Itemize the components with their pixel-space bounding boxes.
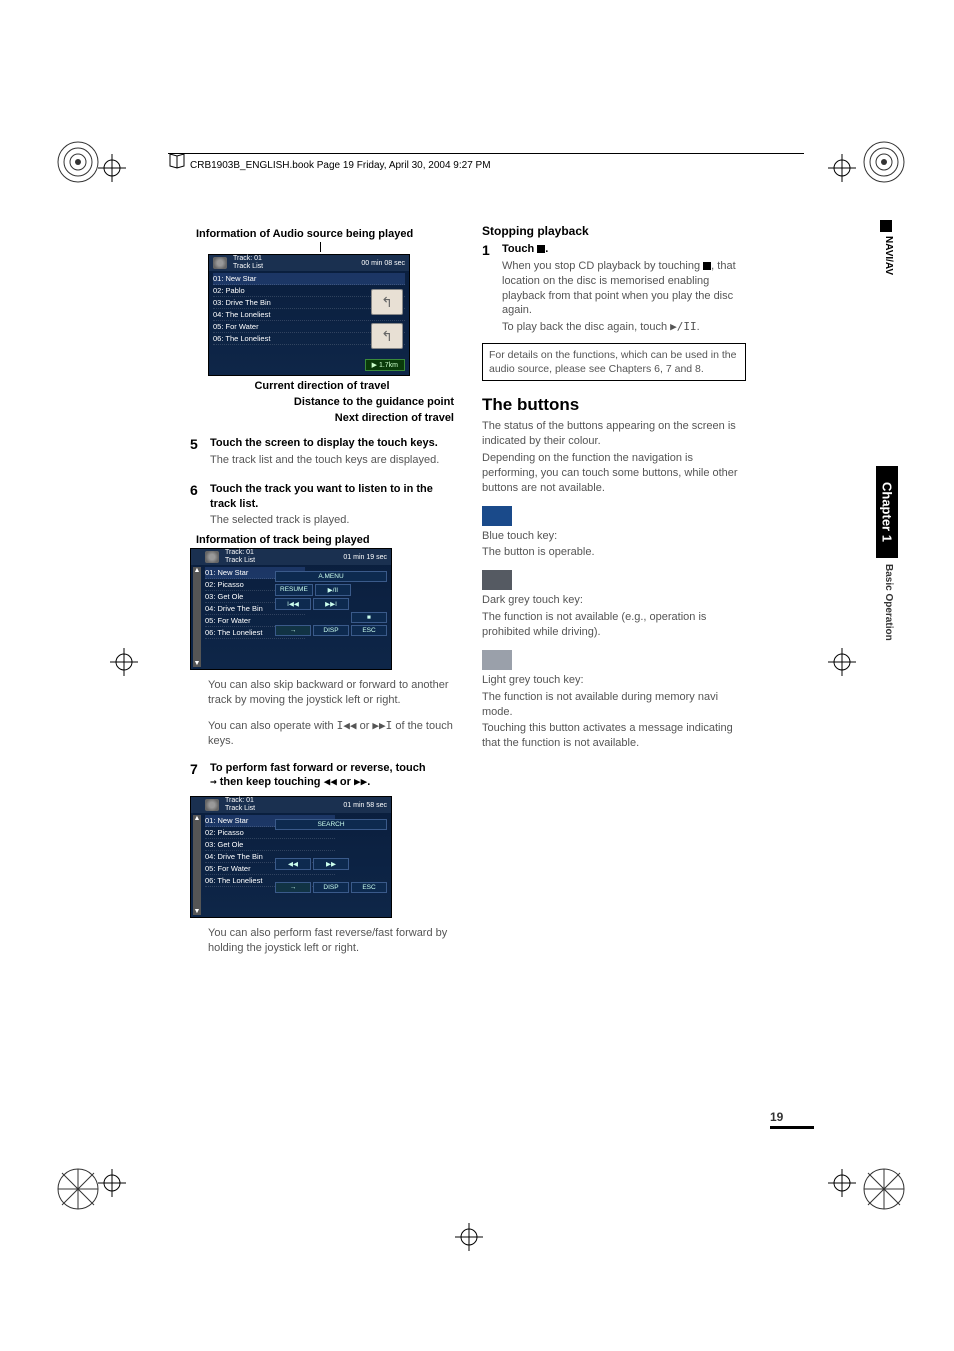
arrow-button[interactable]: → bbox=[275, 882, 311, 893]
next-track-button[interactable]: ▶▶I bbox=[313, 598, 349, 610]
swatch-desc: The function is not available during mem… bbox=[482, 690, 746, 720]
side-tab-chapter: Chapter 1 bbox=[876, 466, 898, 558]
corner-radial-icon bbox=[862, 140, 906, 184]
track-header: Track: 01 bbox=[233, 255, 262, 262]
disp-button[interactable]: DISP bbox=[313, 882, 349, 893]
step-number: 5 bbox=[190, 436, 202, 470]
body-text: The status of the buttons appearing on t… bbox=[482, 419, 746, 449]
track-list-label: Track List bbox=[233, 263, 263, 270]
stop-button[interactable]: ■ bbox=[351, 612, 387, 623]
swatch-desc: The function is not available (e.g., ope… bbox=[482, 610, 746, 640]
menu-button[interactable]: A.MENU bbox=[275, 571, 387, 582]
fast-forward-icon: ▶▶ bbox=[354, 775, 367, 788]
swatch-label: Light grey touch key: bbox=[482, 673, 746, 688]
track-time: 00 min 08 sec bbox=[361, 260, 405, 267]
screenshot-audio-nav: Track: 01Track List 00 min 08 sec 01: Ne… bbox=[208, 254, 410, 376]
caption-track-info: Information of track being played bbox=[196, 534, 454, 546]
step-number: 6 bbox=[190, 482, 202, 531]
resume-button[interactable]: RESUME bbox=[275, 584, 313, 596]
header-filename: CRB1903B_ENGLISH.book Page 19 Friday, Ap… bbox=[190, 160, 491, 171]
cd-icon bbox=[205, 799, 219, 811]
side-tab-section: Basic Operation bbox=[883, 564, 894, 641]
arrow-button[interactable]: → bbox=[275, 625, 311, 636]
step-text: The selected track is played. bbox=[210, 513, 454, 528]
search-button[interactable]: SEARCH bbox=[275, 819, 387, 830]
track-time: 01 min 19 sec bbox=[343, 554, 387, 561]
note-box: For details on the functions, which can … bbox=[482, 343, 746, 381]
swatch-label: Dark grey touch key: bbox=[482, 593, 746, 608]
cd-icon bbox=[213, 257, 227, 269]
step-title: To perform fast forward or reverse, touc… bbox=[210, 761, 454, 791]
turn-arrow-icon: ↰ bbox=[371, 289, 403, 315]
heading-stopping-playback: Stopping playback bbox=[482, 224, 746, 238]
cd-icon bbox=[205, 551, 219, 563]
step-text: To play back the disc again, touch ▶/II. bbox=[502, 320, 746, 335]
step-text: You can also perform fast reverse/fast f… bbox=[190, 926, 454, 956]
step-text: The track list and the touch keys are di… bbox=[210, 453, 454, 468]
next-track-icon: ▶▶I bbox=[372, 719, 392, 732]
corner-radial-icon bbox=[56, 1167, 100, 1211]
registration-mark-icon bbox=[98, 154, 126, 182]
registration-mark-icon bbox=[828, 648, 856, 676]
page-number: 19 bbox=[770, 1110, 814, 1129]
screenshot-fast-forward: ▲▼ Track: 01Track List 01 min 58 sec 01:… bbox=[190, 796, 392, 918]
caption-audio-info: Information of Audio source being played bbox=[196, 228, 454, 240]
stop-icon bbox=[703, 262, 711, 270]
rewind-icon: ◀◀ bbox=[324, 775, 337, 788]
registration-mark-icon bbox=[455, 1223, 483, 1251]
swatch-light-grey bbox=[482, 650, 512, 670]
turn-arrow-icon: ↰ bbox=[371, 323, 403, 349]
step-number: 1 bbox=[482, 242, 494, 337]
caption-next-direction: Next direction of travel bbox=[190, 412, 454, 424]
rewind-button[interactable]: ◀◀ bbox=[275, 858, 311, 870]
track-row[interactable]: 01: New Star bbox=[213, 273, 405, 285]
swatch-desc: Touching this button activates a message… bbox=[482, 721, 746, 751]
corner-radial-icon bbox=[56, 140, 100, 184]
caption-distance-guidance: Distance to the guidance point bbox=[190, 396, 454, 408]
step-title: Touch the track you want to listen to in… bbox=[210, 482, 454, 512]
step-title: Touch the screen to display the touch ke… bbox=[210, 436, 454, 451]
prev-track-button[interactable]: I◀◀ bbox=[275, 598, 311, 610]
step-text: You can also skip backward or forward to… bbox=[190, 678, 454, 708]
step-text: When you stop CD playback by touching , … bbox=[502, 259, 746, 318]
step-text: You can also operate with I◀◀ or ▶▶I of … bbox=[190, 719, 454, 749]
registration-mark-icon bbox=[828, 1169, 856, 1197]
leader-line bbox=[320, 242, 454, 252]
side-tab-navav: NAVI/AV bbox=[883, 236, 894, 275]
distance-badge: ▶ 1.7km bbox=[365, 359, 405, 371]
body-text: Depending on the function the navigation… bbox=[482, 451, 746, 496]
swatch-label: Blue touch key: bbox=[482, 529, 746, 544]
prev-track-icon: I◀◀ bbox=[337, 719, 357, 732]
arrow-icon: → bbox=[210, 775, 217, 788]
esc-button[interactable]: ESC bbox=[351, 625, 387, 636]
registration-mark-icon bbox=[98, 1169, 126, 1197]
step-title: Touch . bbox=[502, 242, 746, 257]
track-time: 01 min 58 sec bbox=[343, 802, 387, 809]
book-icon bbox=[168, 152, 186, 170]
heading-the-buttons: The buttons bbox=[482, 395, 746, 415]
registration-mark-icon bbox=[828, 154, 856, 182]
screenshot-track-playback: ▲▼ Track: 01Track List 01 min 19 sec 01:… bbox=[190, 548, 392, 670]
swatch-dark-grey bbox=[482, 570, 512, 590]
caption-current-direction: Current direction of travel bbox=[190, 380, 454, 392]
scrollbar[interactable]: ▲▼ bbox=[193, 567, 201, 667]
swatch-blue bbox=[482, 506, 512, 526]
registration-mark-icon bbox=[110, 648, 138, 676]
esc-button[interactable]: ESC bbox=[351, 882, 387, 893]
scrollbar[interactable]: ▲▼ bbox=[193, 815, 201, 915]
disp-button[interactable]: DISP bbox=[313, 625, 349, 636]
step-number: 7 bbox=[190, 761, 202, 791]
fast-forward-button[interactable]: ▶▶ bbox=[313, 858, 349, 870]
swatch-desc: The button is operable. bbox=[482, 545, 746, 560]
play-pause-button[interactable]: ▶/II bbox=[315, 584, 351, 596]
header-rule bbox=[168, 153, 804, 154]
play-pause-icon: ▶/II bbox=[670, 320, 697, 333]
corner-radial-icon bbox=[862, 1167, 906, 1211]
